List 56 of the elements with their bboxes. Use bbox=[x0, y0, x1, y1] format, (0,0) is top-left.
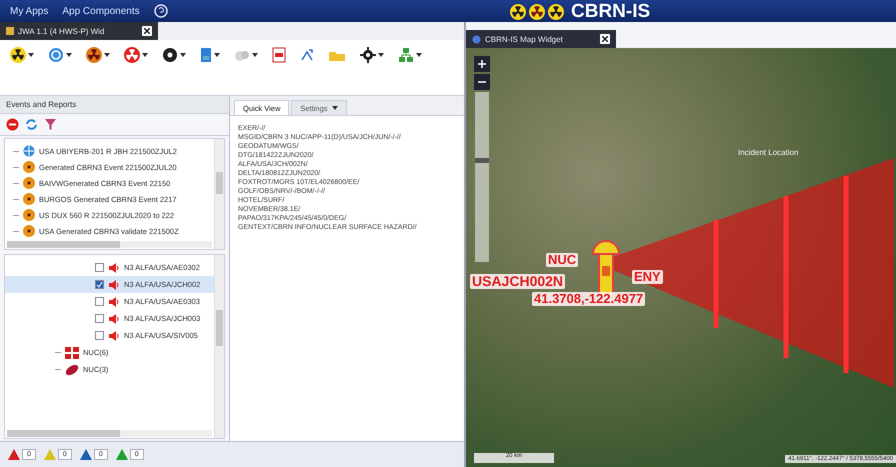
close-icon[interactable] bbox=[600, 34, 610, 44]
toolbar-button[interactable] bbox=[10, 44, 34, 66]
settings-icon bbox=[360, 47, 376, 63]
toolbar-button[interactable] bbox=[360, 44, 384, 66]
speaker-icon bbox=[108, 296, 120, 306]
checkbox[interactable] bbox=[95, 297, 104, 306]
app-logo: CBRN-IS bbox=[571, 1, 650, 23]
zoom-slider[interactable] bbox=[475, 92, 489, 262]
marker-label: ENY bbox=[632, 270, 663, 284]
caret-icon bbox=[378, 53, 384, 57]
menu-link[interactable]: App Components bbox=[62, 6, 140, 16]
checkbox[interactable] bbox=[95, 280, 104, 289]
scrollbar[interactable] bbox=[7, 430, 212, 437]
close-icon[interactable] bbox=[142, 26, 152, 36]
checkbox[interactable] bbox=[95, 263, 104, 272]
refresh-icon[interactable] bbox=[25, 118, 38, 131]
filter-icon[interactable] bbox=[44, 118, 57, 131]
menu-link[interactable]: My Apps bbox=[10, 6, 48, 16]
map-tab[interactable]: CBRN-IS Map Widget bbox=[466, 30, 616, 48]
caret-icon bbox=[214, 53, 220, 57]
toolbar-button[interactable] bbox=[124, 44, 148, 66]
network-icon bbox=[398, 47, 414, 63]
slider-thumb[interactable] bbox=[475, 158, 489, 163]
speaker-icon bbox=[108, 314, 120, 324]
scrollbar[interactable] bbox=[214, 255, 224, 438]
marker-label: USAJCH002N bbox=[470, 274, 566, 290]
marker-label: 41.3708,-122.4977 bbox=[532, 292, 646, 306]
grid-icon bbox=[65, 346, 79, 358]
scrollbar[interactable] bbox=[7, 241, 212, 248]
caret-icon bbox=[142, 53, 148, 57]
map-label: Incident Location bbox=[738, 148, 798, 157]
remove-icon[interactable] bbox=[6, 118, 19, 131]
scrollbar[interactable] bbox=[214, 139, 224, 249]
speaker-icon bbox=[108, 330, 120, 340]
plus-icon bbox=[478, 60, 486, 68]
caret-icon bbox=[28, 53, 34, 57]
toolbar-button[interactable] bbox=[86, 44, 110, 66]
marker-label: NUC bbox=[546, 253, 578, 268]
plume-icon bbox=[65, 364, 79, 376]
checkbox[interactable] bbox=[95, 314, 104, 323]
panel-title: Events and Reports bbox=[0, 96, 229, 114]
zoom-out-button[interactable] bbox=[474, 74, 490, 90]
caret-icon bbox=[252, 53, 258, 57]
arrows-icon bbox=[300, 48, 314, 62]
checkbox[interactable] bbox=[95, 331, 104, 340]
caret-icon bbox=[416, 53, 422, 57]
widget-icon bbox=[6, 27, 14, 35]
caret-icon bbox=[180, 53, 186, 57]
help-icon[interactable] bbox=[154, 4, 168, 18]
zoom-in-button[interactable] bbox=[474, 56, 490, 72]
speaker-icon bbox=[108, 262, 120, 272]
speaker-icon bbox=[108, 280, 120, 290]
caret-icon bbox=[66, 53, 72, 57]
caret-icon bbox=[104, 53, 110, 57]
widget-tab[interactable]: JWA 1.1 (4 HWS-P) Wid bbox=[0, 22, 158, 40]
document-icon bbox=[200, 47, 212, 63]
